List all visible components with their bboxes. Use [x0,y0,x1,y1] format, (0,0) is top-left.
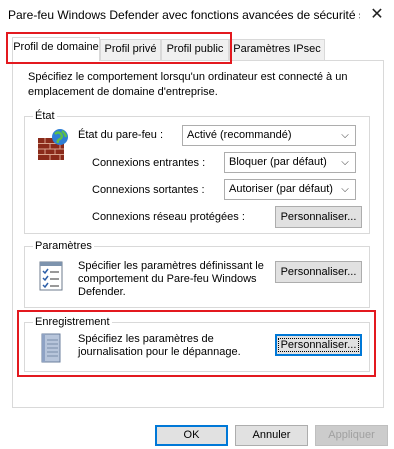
chevron-down-icon: ⌵ [341,184,349,195]
logging-customize-button[interactable]: Personnaliser... [275,334,362,356]
settings-group-legend: Paramètres [35,240,92,252]
firewall-state-select[interactable]: Activé (recommandé) ⌵ [182,125,356,146]
ok-button[interactable]: OK [155,425,228,446]
tab-private-profile[interactable]: Profil privé [100,39,161,60]
chevron-down-icon: ⌵ [341,157,349,168]
protected-connections-label: Connexions réseau protégées : [92,211,245,223]
protected-connections-customize-button[interactable]: Personnaliser... [275,206,362,228]
firewall-brick-globe-icon [38,129,68,160]
window-title: Pare-feu Windows Defender avec fonctions… [8,8,360,22]
logging-customize-label: Personnaliser... [277,338,360,352]
outbound-connections-value: Autoriser (par défaut) [229,183,333,195]
tab-public-profile[interactable]: Profil public [161,39,229,60]
checklist-icon [39,261,63,291]
inbound-connections-label: Connexions entrantes : [92,157,206,169]
title-bar: Pare-feu Windows Defender avec fonctions… [0,0,394,32]
ok-label: OK [183,429,200,441]
settings-customize-button[interactable]: Personnaliser... [275,261,362,283]
logging-description: Spécifiez les paramètres de journalisati… [78,333,241,358]
state-group-legend: État [35,110,55,122]
apply-button[interactable]: Appliquer [315,425,388,446]
outbound-connections-select[interactable]: Autoriser (par défaut) ⌵ [224,179,356,200]
chevron-down-icon: ⌵ [341,130,349,141]
tab-ipsec-settings[interactable]: Paramètres IPsec [229,39,325,60]
firewall-state-label: État du pare-feu : [78,129,163,141]
settings-description: Spécifier les paramètres définissant le … [78,260,264,298]
inbound-connections-value: Bloquer (par défaut) [229,156,327,168]
tab-domain-profile[interactable]: Profil de domaine [12,37,100,61]
profile-description: Spécifiez le comportement lorsqu'un ordi… [28,71,348,98]
outbound-connections-label: Connexions sortantes : [92,184,205,196]
logging-group-legend: Enregistrement [35,316,110,328]
tab-strip: Profil de domaine Profil privé Profil pu… [12,37,382,61]
inbound-connections-select[interactable]: Bloquer (par défaut) ⌵ [224,152,356,173]
firewall-state-value: Activé (recommandé) [187,129,292,141]
close-icon[interactable]: ✕ [360,0,394,30]
notebook-icon [41,333,61,363]
cancel-button[interactable]: Annuler [235,425,308,446]
